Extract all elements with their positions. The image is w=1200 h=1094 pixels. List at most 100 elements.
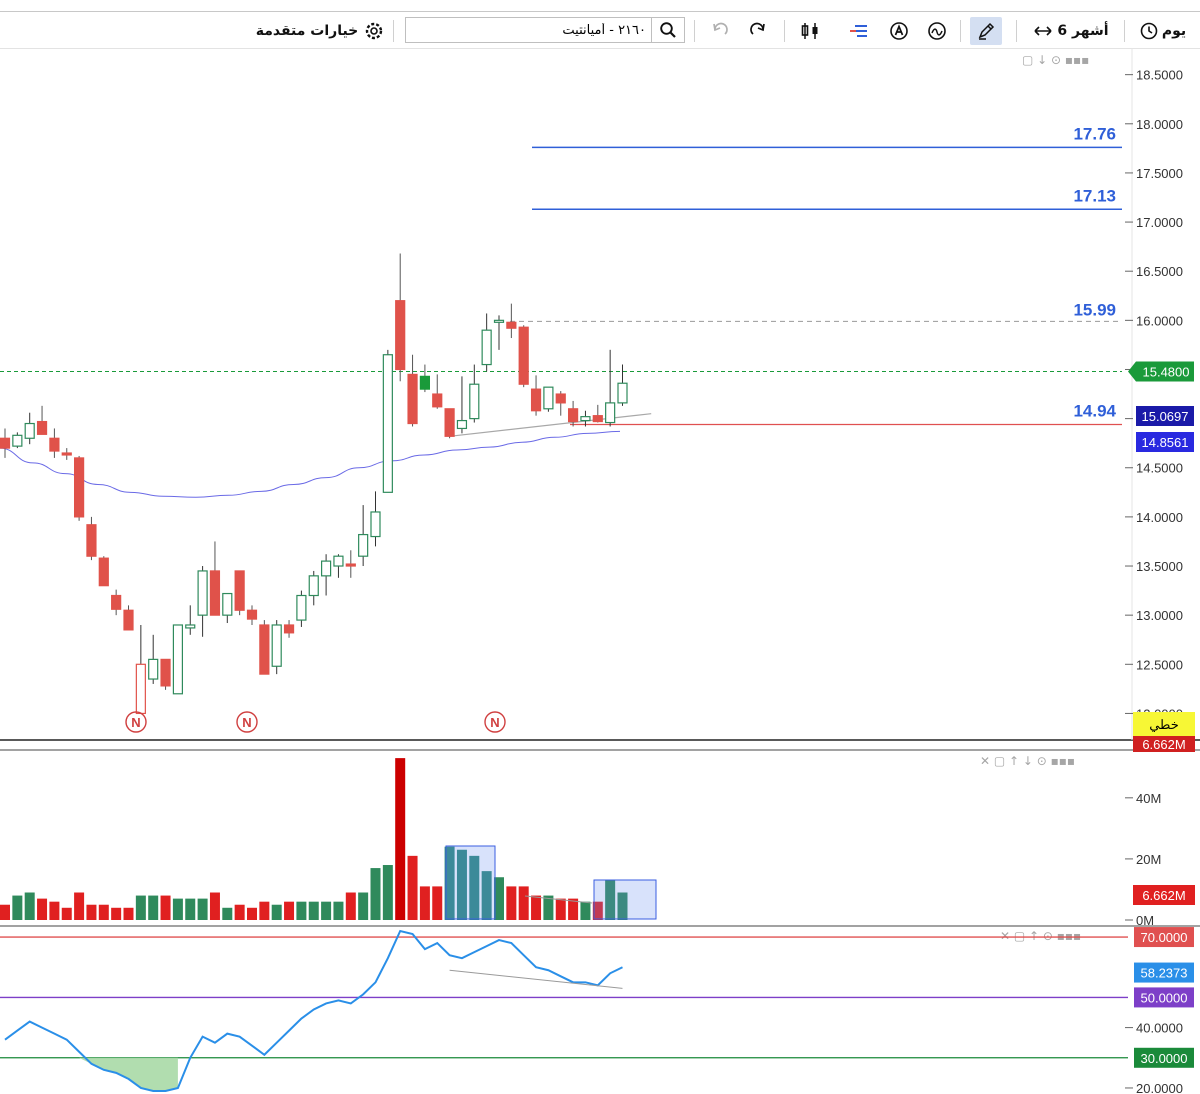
volume-bar[interactable]: [382, 865, 393, 920]
candle-body[interactable]: [246, 609, 258, 620]
volume-bar[interactable]: [419, 886, 430, 920]
volume-bar[interactable]: [37, 898, 48, 920]
resistance-label: 17.13: [1073, 186, 1116, 205]
candle-body[interactable]: [283, 624, 295, 634]
candle-body[interactable]: [370, 511, 381, 538]
volume-bar[interactable]: [74, 892, 85, 920]
volume-bar[interactable]: [271, 904, 282, 920]
candle-body[interactable]: [358, 533, 369, 557]
candle-body[interactable]: [555, 393, 566, 404]
candle-body[interactable]: [160, 658, 171, 687]
candle-body[interactable]: [382, 354, 393, 493]
volume-bar[interactable]: [531, 895, 542, 920]
candle-body[interactable]: [308, 575, 319, 597]
volume-bar[interactable]: [222, 907, 233, 920]
candle-body[interactable]: [259, 624, 270, 675]
candle-body[interactable]: [345, 563, 356, 567]
candle-body[interactable]: [567, 408, 579, 423]
chart-area[interactable]: ▢ ↓ ⊙ ▪▪▪ ✕ ▢ ↑ ↓ ⊙ ▪▪▪ ✕ ▢ ↑ ⊙ ▪▪▪ 18.5000…: [0, 0, 1200, 1094]
volume-bar[interactable]: [555, 898, 566, 920]
volume-bar[interactable]: [185, 898, 196, 920]
volume-bar[interactable]: [321, 901, 332, 920]
volume-highlight-box[interactable]: [593, 879, 657, 920]
candle-body[interactable]: [518, 326, 529, 385]
volume-bar[interactable]: [308, 901, 319, 920]
candle-body[interactable]: [135, 663, 146, 715]
volume-bar[interactable]: [98, 904, 109, 920]
candle-body[interactable]: [543, 386, 554, 410]
volume-bar[interactable]: [518, 886, 529, 920]
volume-bar[interactable]: [296, 901, 307, 920]
candle-body[interactable]: [111, 594, 122, 610]
candle-body[interactable]: [333, 555, 344, 567]
candle-body[interactable]: [605, 402, 616, 424]
candle-body[interactable]: [617, 382, 628, 404]
ma-value-tag: 14.8561: [1142, 435, 1189, 450]
candle-body[interactable]: [148, 658, 159, 680]
candle-body[interactable]: [123, 609, 134, 631]
candle-body[interactable]: [234, 570, 245, 611]
trendline-value-tag: 15.0697: [1142, 409, 1189, 424]
volume-bar[interactable]: [247, 907, 257, 920]
candle-body[interactable]: [419, 375, 430, 390]
candle-body[interactable]: [469, 383, 480, 420]
volume-bar[interactable]: [259, 901, 270, 920]
volume-bar[interactable]: [135, 895, 146, 920]
volume-bar[interactable]: [209, 892, 220, 920]
volume-bar[interactable]: [123, 907, 134, 920]
rsi-line[interactable]: [4, 929, 623, 1092]
candle-body[interactable]: [296, 594, 307, 621]
candle-body[interactable]: [0, 437, 11, 449]
volume-bar[interactable]: [284, 901, 295, 920]
candle-body[interactable]: [209, 570, 221, 616]
candle-body[interactable]: [98, 557, 109, 587]
volume-bar[interactable]: [370, 868, 381, 920]
candle-body[interactable]: [24, 422, 35, 439]
candle-body[interactable]: [172, 624, 183, 695]
candle-body[interactable]: [580, 416, 591, 422]
volume-bar[interactable]: [148, 895, 159, 920]
volume-bar[interactable]: [0, 904, 10, 920]
volume-bar[interactable]: [12, 895, 23, 920]
candle-body[interactable]: [395, 300, 406, 371]
volume-bar[interactable]: [111, 907, 122, 920]
candle-body[interactable]: [481, 329, 492, 366]
rsi-trendline[interactable]: [449, 969, 623, 989]
volume-bar[interactable]: [580, 901, 591, 920]
volume-bar[interactable]: [86, 904, 97, 920]
volume-bar[interactable]: [49, 901, 60, 920]
volume-bar[interactable]: [172, 898, 183, 920]
volume-bar[interactable]: [24, 892, 35, 920]
candle-body[interactable]: [506, 321, 517, 329]
candle-body[interactable]: [12, 434, 23, 447]
volume-bar[interactable]: [61, 907, 72, 920]
candle-body[interactable]: [73, 457, 85, 518]
volume-bar[interactable]: [345, 892, 356, 920]
volume-bar[interactable]: [160, 895, 171, 920]
candle-body[interactable]: [456, 419, 468, 430]
volume-bar[interactable]: [432, 886, 443, 920]
candle-body[interactable]: [49, 437, 60, 452]
volume-bar[interactable]: [407, 855, 418, 920]
candle-body[interactable]: [592, 415, 603, 423]
candle-body[interactable]: [271, 624, 282, 667]
candle-body[interactable]: [185, 624, 196, 629]
volume-bar[interactable]: [197, 898, 208, 920]
candle-body[interactable]: [493, 319, 505, 323]
candle-body[interactable]: [36, 420, 48, 435]
volume-bar[interactable]: [234, 904, 245, 920]
volume-highlight-box[interactable]: [445, 845, 496, 920]
candle-body[interactable]: [444, 408, 455, 437]
candle-body[interactable]: [530, 388, 542, 412]
candle-body[interactable]: [197, 570, 208, 616]
volume-bar[interactable]: [358, 892, 369, 920]
candle-body[interactable]: [86, 524, 97, 557]
volume-bar[interactable]: [333, 901, 344, 920]
candle-body[interactable]: [61, 452, 72, 456]
candle-body[interactable]: [407, 373, 418, 425]
candle-body[interactable]: [432, 393, 443, 408]
volume-bar[interactable]: [395, 758, 406, 920]
candle-body[interactable]: [321, 560, 332, 577]
volume-bar[interactable]: [506, 886, 517, 920]
candle-body[interactable]: [222, 592, 233, 616]
